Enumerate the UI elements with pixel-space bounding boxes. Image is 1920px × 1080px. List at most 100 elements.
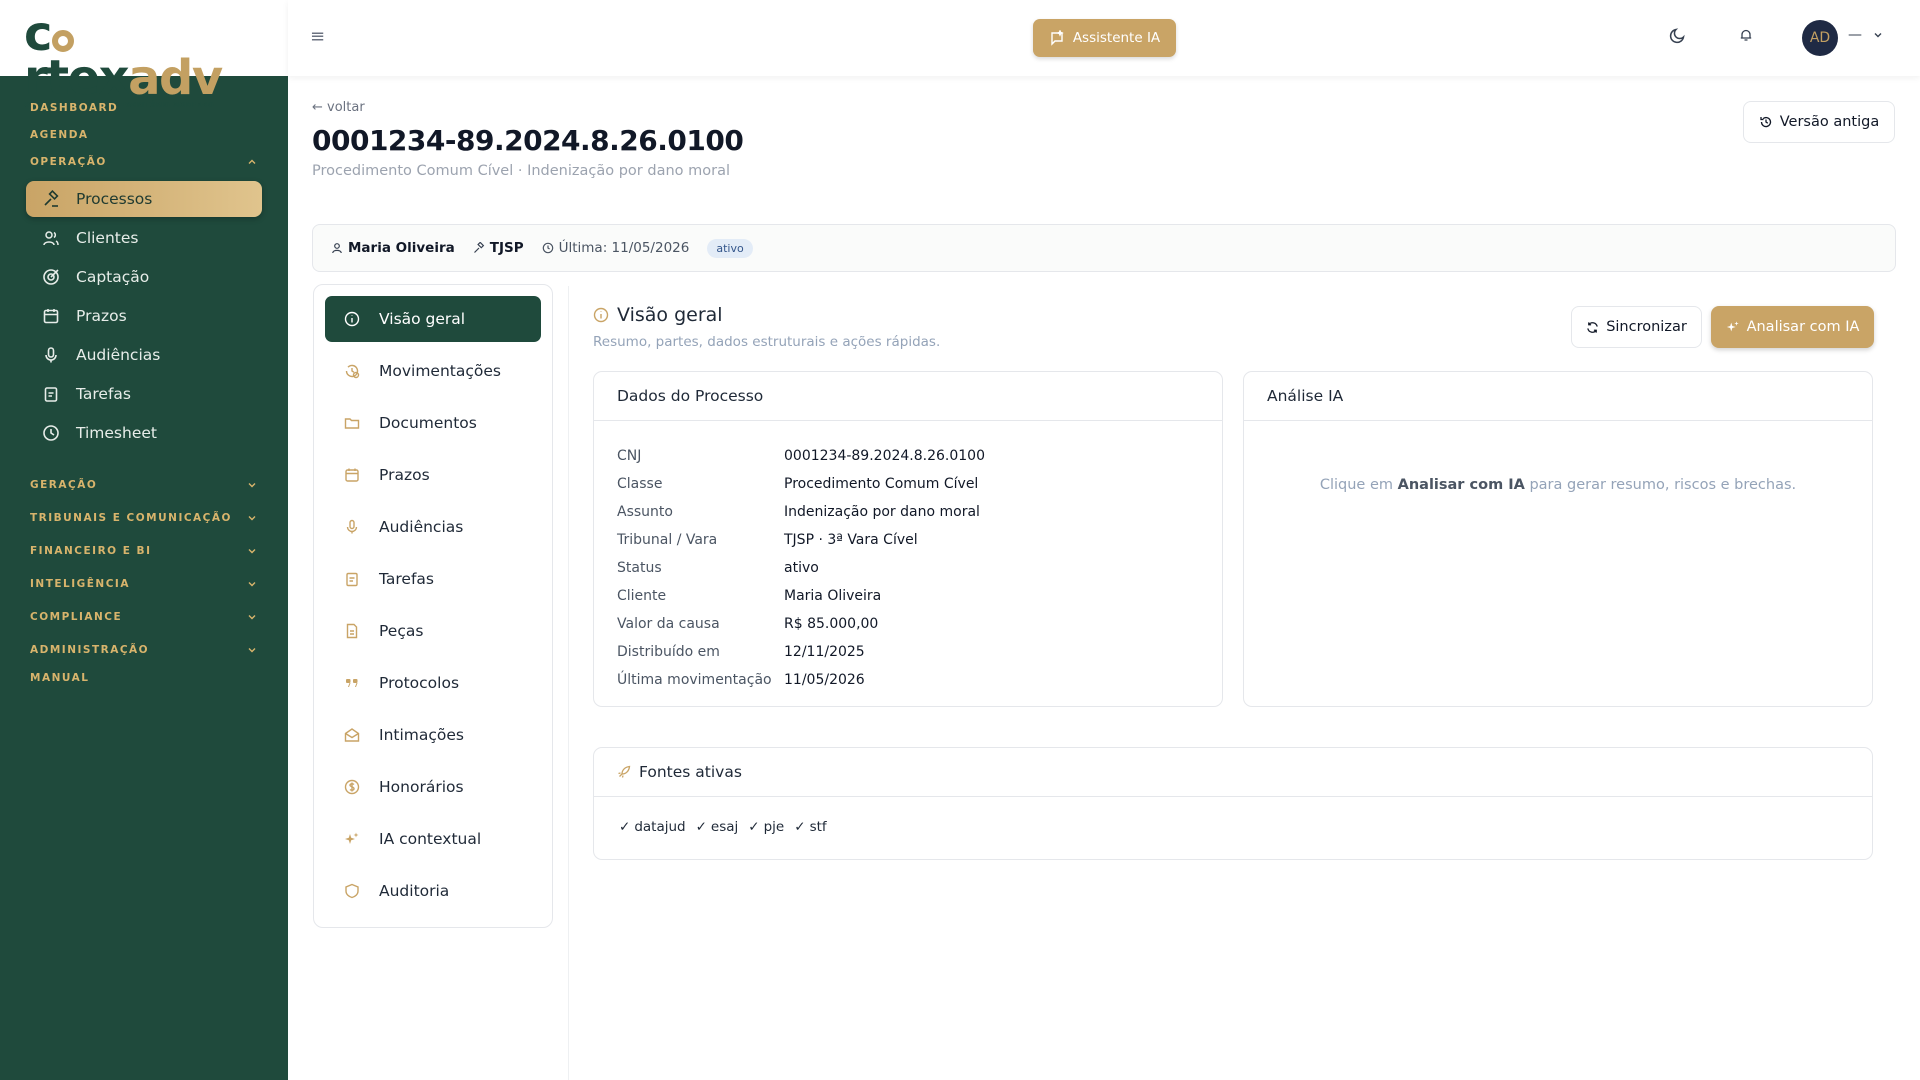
tab-visao-geral[interactable]: Visão geral: [325, 296, 541, 342]
nav-section-geracao[interactable]: GERAÇÃO: [0, 468, 288, 501]
bell-icon[interactable]: [1739, 28, 1753, 42]
old-version-button[interactable]: Versão antiga: [1743, 101, 1895, 143]
nav-section-financeiro[interactable]: FINANCEIRO E BI: [0, 534, 288, 567]
data-value: TJSP · 3ª Vara Cível: [784, 532, 918, 548]
logo[interactable]: crtexadv O CÉREBRO DIGITAL DO ESCRITÓRIO…: [0, 0, 288, 109]
page-title: 0001234-89.2024.8.26.0100: [312, 124, 744, 157]
nav-section-tribunais[interactable]: TRIBUNAIS E COMUNICAÇÃO: [0, 501, 288, 534]
tab-tarefas[interactable]: Tarefas: [325, 556, 541, 602]
data-key: Assunto: [617, 504, 673, 520]
chevron-down-icon: [248, 647, 256, 652]
clock-icon: [42, 424, 60, 442]
source-label: datajud: [634, 819, 686, 835]
assistant-ia-button[interactable]: Assistente IA: [1033, 19, 1176, 57]
rocket-icon: [618, 765, 631, 778]
info-client: Maria Oliveira: [331, 240, 455, 256]
sidebar-item-tarefas[interactable]: Tarefas: [26, 376, 262, 412]
tab-label: IA contextual: [379, 830, 482, 848]
avatar[interactable]: AD: [1802, 20, 1838, 56]
sidebar-item-label: Prazos: [76, 307, 127, 325]
microphone-icon: [42, 346, 60, 364]
tab-label: Movimentações: [379, 362, 501, 380]
tab-protocolos[interactable]: Protocolos: [325, 660, 541, 706]
data-value: 0001234-89.2024.8.26.0100: [784, 448, 985, 464]
data-row: Classe Procedimento Comum Cível: [617, 470, 1199, 498]
tab-auditoria[interactable]: Auditoria: [325, 868, 541, 914]
shield-icon: [343, 882, 361, 900]
tab-movimentacoes[interactable]: Movimentações: [325, 348, 541, 394]
sidebar-item-processos[interactable]: Processos: [26, 181, 262, 217]
section-title-text: Visão geral: [617, 304, 723, 326]
target-icon: [42, 268, 60, 286]
sidebar-item-label: Processos: [76, 190, 153, 208]
card-header: Fontes ativas: [594, 748, 1872, 797]
data-row: Status ativo: [617, 554, 1199, 582]
file-icon: [343, 622, 361, 640]
nav-section-label: COMPLIANCE: [30, 610, 123, 623]
tab-label: Documentos: [379, 414, 477, 432]
process-tabs: Visão geral Movimentações Documentos Pra…: [313, 284, 553, 928]
sidebar-item-clientes[interactable]: Clientes: [26, 220, 262, 256]
tab-label: Peças: [379, 622, 424, 640]
data-value: R$ 85.000,00: [784, 616, 879, 632]
analyze-ia-button[interactable]: Analisar com IA: [1711, 306, 1874, 348]
tab-pecas[interactable]: Peças: [325, 608, 541, 654]
tab-documentos[interactable]: Documentos: [325, 400, 541, 446]
assistant-ia-label: Assistente IA: [1072, 30, 1161, 46]
nav-section-label: INTELIGÊNCIA: [30, 577, 130, 590]
tab-label: Protocolos: [379, 674, 460, 692]
sync-label: Sincronizar: [1606, 319, 1687, 335]
data-row: Tribunal / Vara TJSP · 3ª Vara Cível: [617, 526, 1199, 554]
data-row: Assunto Indenização por dano moral: [617, 498, 1199, 526]
moon-icon[interactable]: [1669, 26, 1687, 44]
data-key: Tribunal / Vara: [617, 532, 718, 548]
user-name[interactable]: —: [1848, 27, 1862, 43]
sidebar-item-prazos[interactable]: Prazos: [26, 298, 262, 334]
menu-icon[interactable]: ≡: [310, 26, 325, 47]
dollar-icon: [343, 778, 361, 796]
data-value: Procedimento Comum Cível: [784, 476, 979, 492]
ai-msg-bold: Analisar com IA: [1397, 477, 1525, 493]
tab-label: Visão geral: [379, 310, 466, 328]
sidebar-item-audiencias[interactable]: Audiências: [26, 337, 262, 373]
tab-audiencias[interactable]: Audiências: [325, 504, 541, 550]
data-value: Maria Oliveira: [784, 588, 882, 604]
sparkles-icon: [343, 830, 361, 848]
nav-dashboard-label: DASHBOARD: [30, 101, 119, 114]
microphone-icon: [343, 518, 361, 536]
nav-agenda[interactable]: AGENDA: [0, 121, 288, 148]
tab-honorarios[interactable]: Honorários: [325, 764, 541, 810]
tab-prazos[interactable]: Prazos: [325, 452, 541, 498]
sidebar-item-timesheet[interactable]: Timesheet: [26, 415, 262, 451]
mail-open-icon: [343, 726, 361, 744]
sidebar-item-label: Timesheet: [76, 424, 157, 442]
data-key: Distribuído em: [617, 644, 720, 660]
tab-label: Auditoria: [379, 882, 450, 900]
nav-manual[interactable]: MANUAL: [0, 666, 288, 690]
info-client-name: Maria Oliveira: [348, 240, 455, 256]
clock-icon: [542, 242, 553, 254]
back-link[interactable]: ← voltar: [312, 100, 365, 115]
topbar: ≡ Assistente IA AD —: [288, 0, 1920, 76]
info-court: TJSP: [473, 240, 524, 256]
nav-section-operacao[interactable]: OPERAÇÃO: [0, 148, 288, 175]
data-value: Indenização por dano moral: [784, 504, 980, 520]
nav-section-administracao[interactable]: ADMINISTRAÇÃO: [0, 633, 288, 666]
data-row: Valor da causa R$ 85.000,00: [617, 610, 1199, 638]
process-data-list: CNJ 0001234-89.2024.8.26.0100 Classe Proce…: [594, 421, 1222, 694]
chevron-down-icon[interactable]: [1872, 29, 1884, 41]
history-icon: [343, 362, 361, 380]
nav-section-inteligencia[interactable]: INTELIGÊNCIA: [0, 567, 288, 600]
data-row: CNJ 0001234-89.2024.8.26.0100: [617, 442, 1199, 470]
tab-label: Tarefas: [379, 570, 434, 588]
ai-msg-pre: Clique em: [1319, 477, 1398, 493]
sync-button[interactable]: Sincronizar: [1571, 306, 1702, 348]
tab-label: Honorários: [379, 778, 464, 796]
tab-ia-contextual[interactable]: IA contextual: [325, 816, 541, 862]
main-content: ← voltar 0001234-89.2024.8.26.0100 Proce…: [288, 76, 1920, 1080]
chevron-down-icon: [248, 515, 256, 520]
info-icon: [343, 310, 361, 328]
nav-section-compliance[interactable]: COMPLIANCE: [0, 600, 288, 633]
sidebar-item-captacao[interactable]: Captação: [26, 259, 262, 295]
tab-intimacoes[interactable]: Intimações: [325, 712, 541, 758]
